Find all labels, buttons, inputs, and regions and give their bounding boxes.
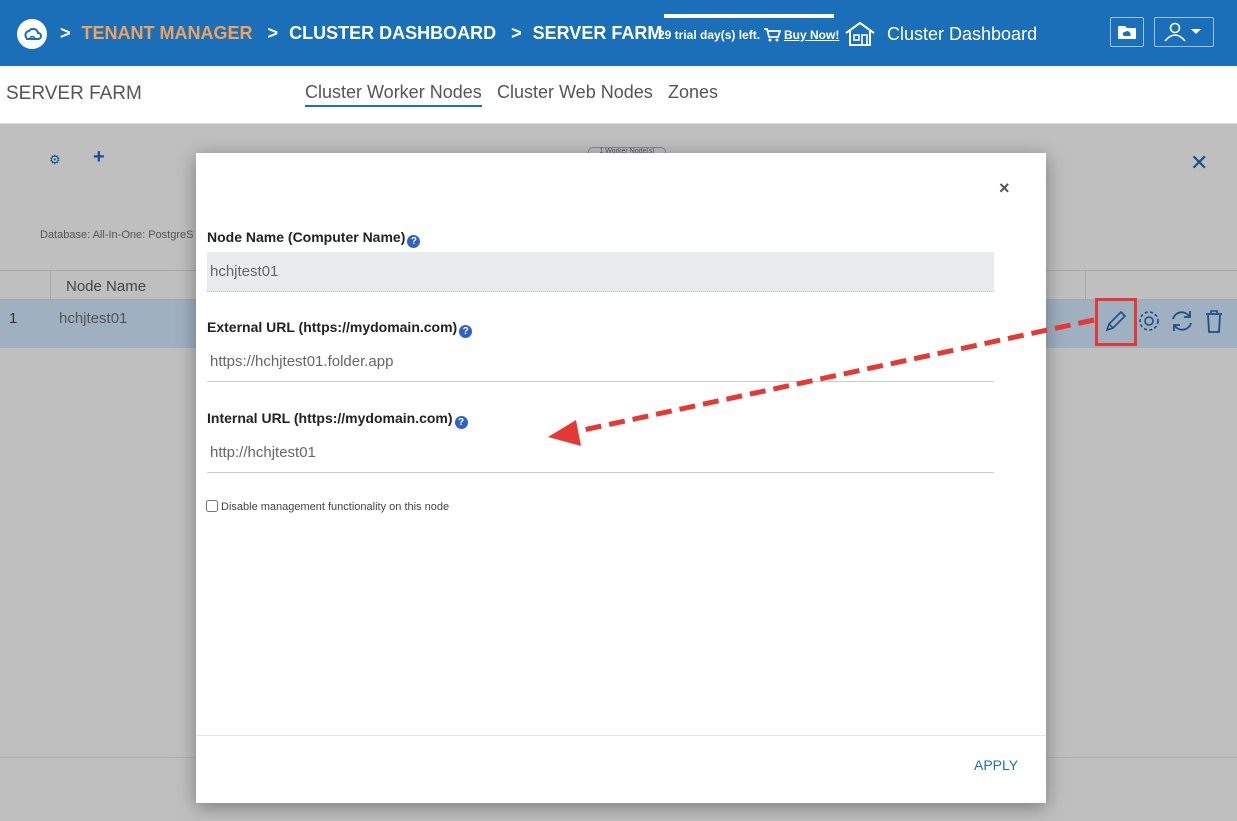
folder-icon xyxy=(1118,26,1136,39)
modal-footer-divider xyxy=(196,735,1046,736)
cluster-dashboard-title: Cluster Dashboard xyxy=(887,24,1038,44)
cluster-home-icon xyxy=(843,20,877,53)
chevron-down-icon xyxy=(1191,29,1201,34)
modal-close-icon[interactable]: × xyxy=(999,178,1010,199)
user-icon xyxy=(1164,22,1186,42)
page-title: SERVER FARM xyxy=(6,83,142,104)
edit-node-modal: × Node Name (Computer Name)? External UR… xyxy=(196,153,1046,803)
internal-url-label-text: Internal URL (https://mydomain.com) xyxy=(207,410,453,426)
column-divider xyxy=(1085,271,1086,301)
tab-cluster-web-nodes[interactable]: Cluster Web Nodes xyxy=(497,82,653,103)
breadcrumb-cluster-dashboard[interactable]: CLUSTER DASHBOARD xyxy=(289,23,496,43)
disable-management-checkbox[interactable] xyxy=(206,500,218,512)
trial-days-text: 29 trial day(s) left. xyxy=(658,28,761,42)
row-actions xyxy=(1100,307,1230,337)
breadcrumb-tenant-manager[interactable]: TENANT MANAGER xyxy=(82,23,253,43)
row-number: 1 xyxy=(9,310,18,327)
row-node-name: hchjtest01 xyxy=(59,310,128,327)
breadcrumb-separator: > xyxy=(60,23,71,43)
breadcrumb-server-farm: SERVER FARM xyxy=(532,23,663,43)
settings-gear-icon[interactable]: ⚙ xyxy=(49,152,61,168)
database-info-text: Database: All-In-One: PostgreS xyxy=(40,229,194,241)
user-menu-button[interactable] xyxy=(1154,17,1214,47)
apply-button[interactable]: APPLY xyxy=(974,757,1018,773)
help-icon[interactable]: ? xyxy=(454,416,468,429)
disable-management-label: Disable management functionality on this… xyxy=(221,501,450,513)
node-name-label: Node Name (Computer Name)? xyxy=(207,229,421,248)
external-url-label-text: External URL (https://mydomain.com) xyxy=(207,319,458,335)
internal-url-label: Internal URL (https://mydomain.com)? xyxy=(207,410,468,429)
close-panel-icon[interactable]: ✕ xyxy=(1190,150,1208,176)
trash-icon[interactable] xyxy=(1202,307,1226,335)
cart-icon[interactable] xyxy=(763,27,782,48)
top-bar: > TENANT MANAGER > CLUSTER DASHBOARD > S… xyxy=(0,0,1237,66)
add-node-icon[interactable]: + xyxy=(93,146,105,169)
edit-pencil-icon[interactable] xyxy=(1102,307,1128,335)
external-url-label: External URL (https://mydomain.com)? xyxy=(207,319,473,338)
internal-url-field[interactable] xyxy=(207,433,994,473)
node-name-label-text: Node Name (Computer Name) xyxy=(207,229,406,245)
folder-button[interactable] xyxy=(1110,17,1144,47)
breadcrumb-separator: > xyxy=(267,23,279,43)
cloud-logo-icon[interactable] xyxy=(17,19,47,49)
breadcrumb: > TENANT MANAGER > CLUSTER DASHBOARD > S… xyxy=(60,23,662,44)
gear-icon[interactable] xyxy=(1136,307,1162,335)
breadcrumb-separator: > xyxy=(511,23,522,43)
buy-now-link[interactable]: Buy Now! xyxy=(784,28,839,42)
column-divider xyxy=(50,271,51,301)
node-name-field[interactable] xyxy=(207,252,994,292)
node-name-column-header[interactable]: Node Name xyxy=(66,278,146,295)
tab-cluster-worker-nodes[interactable]: Cluster Worker Nodes xyxy=(305,82,482,107)
external-url-field[interactable] xyxy=(207,342,994,382)
trial-progress-bar xyxy=(664,14,834,18)
disable-management-option[interactable]: Disable management functionality on this… xyxy=(206,500,449,513)
tab-zones[interactable]: Zones xyxy=(668,82,718,103)
help-icon[interactable]: ? xyxy=(459,325,473,338)
subheader: SERVER FARM Cluster Worker Nodes Cluster… xyxy=(0,66,1237,124)
refresh-icon[interactable] xyxy=(1168,307,1196,335)
help-icon[interactable]: ? xyxy=(407,235,421,248)
